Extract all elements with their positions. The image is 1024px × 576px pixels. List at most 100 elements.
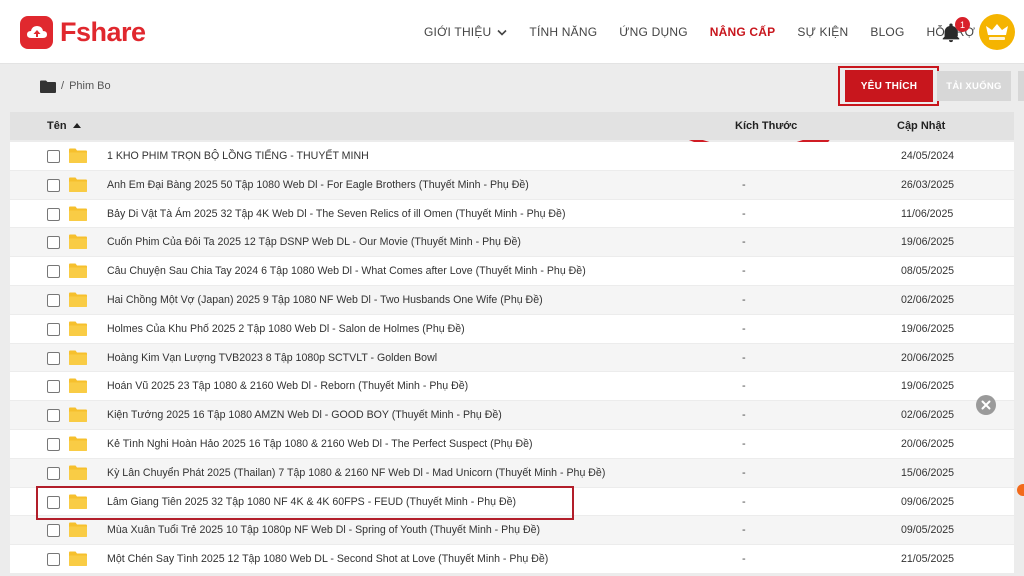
table-row[interactable]: Holmes Của Khu Phố 2025 2 Tập 1080 Web D…: [10, 314, 1014, 344]
folder-icon: [40, 80, 56, 93]
table-row[interactable]: Hai Chồng Một Vợ (Japan) 2025 9 Tập 1080…: [10, 285, 1014, 315]
file-name[interactable]: Bảy Di Vật Tà Ám 2025 32 Tập 4K Web Dl -…: [107, 208, 565, 220]
row-highlight: [36, 486, 574, 520]
table-row[interactable]: Hoán Vũ 2025 23 Tập 1080 & 2160 Web Dl -…: [10, 372, 1014, 402]
file-date: 09/06/2025: [901, 495, 955, 508]
nav-item-label: NÂNG CẤP: [709, 25, 776, 39]
file-date: 02/06/2025: [901, 293, 955, 306]
download-button[interactable]: TẢI XUỐNG: [937, 71, 1011, 101]
nav-item[interactable]: BLOG: [870, 25, 904, 39]
row-checkbox[interactable]: [47, 178, 60, 192]
folder-icon: [69, 321, 87, 336]
breadcrumb-separator: /: [61, 80, 65, 92]
file-size: -: [742, 178, 746, 191]
folder-icon: [69, 465, 87, 480]
file-date: 15/06/2025: [901, 466, 955, 479]
breadcrumb-current[interactable]: Phim Bo: [69, 80, 111, 92]
file-name[interactable]: Cuốn Phim Của Đôi Ta 2025 12 Tập DSNP We…: [107, 236, 521, 248]
vip-crown-icon: [986, 24, 1008, 40]
file-name[interactable]: Mùa Xuân Tuổi Trẻ 2025 10 Tập 1080p NF W…: [107, 524, 540, 536]
table-header: Tên Kích Thước Cập Nhật: [10, 112, 1014, 140]
table-row[interactable]: Bảy Di Vật Tà Ám 2025 32 Tập 4K Web Dl -…: [10, 199, 1014, 229]
table-row[interactable]: Câu Chuyện Sau Chia Tay 2024 6 Tập 1080 …: [10, 257, 1014, 286]
row-checkbox[interactable]: [47, 466, 60, 480]
folder-icon: [69, 378, 87, 394]
avatar[interactable]: [979, 14, 1015, 50]
file-name[interactable]: Câu Chuyện Sau Chia Tay 2024 6 Tập 1080 …: [107, 265, 586, 277]
row-checkbox[interactable]: [47, 351, 60, 365]
file-size: -: [742, 409, 746, 422]
file-name[interactable]: Kẻ Tình Nghi Hoàn Hảo 2025 16 Tập 1080 &…: [107, 438, 533, 450]
file-size: -: [742, 553, 746, 566]
file-name[interactable]: Holmes Của Khu Phố 2025 2 Tập 1080 Web D…: [107, 323, 465, 335]
file-size: -: [742, 293, 746, 306]
row-checkbox[interactable]: [47, 293, 60, 307]
file-name[interactable]: Kiện Tướng 2025 16 Tập 1080 AMZN Web Dl …: [107, 409, 502, 421]
file-size: -: [742, 495, 746, 508]
row-checkbox[interactable]: [47, 236, 60, 250]
notification-count-badge: 1: [955, 17, 970, 32]
row-checkbox[interactable]: [47, 524, 60, 538]
table-row[interactable]: Một Chén Say Tình 2025 12 Tập 1080 Web D…: [10, 545, 1014, 574]
file-name[interactable]: Hoàng Kim Vạn Lượng TVB2023 8 Tập 1080p …: [107, 352, 437, 364]
table-row[interactable]: Mùa Xuân Tuổi Trẻ 2025 10 Tập 1080p NF W…: [10, 516, 1014, 546]
file-name[interactable]: Anh Em Đại Bàng 2025 50 Tập 1080 Web Dl …: [107, 179, 529, 191]
row-checkbox[interactable]: [47, 409, 60, 423]
brand-name: Fshare: [60, 16, 146, 47]
row-checkbox[interactable]: [47, 207, 60, 221]
file-size: -: [742, 437, 746, 450]
nav-item[interactable]: GIỚI THIỆU: [424, 25, 507, 39]
column-header-size[interactable]: Kích Thước: [735, 120, 797, 132]
table-row[interactable]: Anh Em Đại Bàng 2025 50 Tập 1080 Web Dl …: [10, 170, 1014, 200]
file-size: -: [742, 524, 746, 537]
folder-icon: [69, 206, 87, 221]
table-row[interactable]: Kỳ Lân Chuyển Phát 2025 (Thailan) 7 Tập …: [10, 458, 1014, 488]
table-row[interactable]: Hoàng Kim Vạn Lượng TVB2023 8 Tập 1080p …: [10, 343, 1014, 373]
file-size: -: [742, 236, 746, 249]
table-row[interactable]: Cuốn Phim Của Đôi Ta 2025 12 Tập DSNP We…: [10, 228, 1014, 258]
folder-icon: [69, 234, 87, 250]
nav-item[interactable]: ỨNG DỤNG: [619, 25, 688, 39]
more-button[interactable]: [1018, 71, 1024, 101]
nav-item[interactable]: NÂNG CẤP: [710, 25, 776, 39]
folder-icon: [69, 148, 87, 163]
file-name[interactable]: Hoán Vũ 2025 23 Tập 1080 & 2160 Web Dl -…: [107, 380, 468, 392]
file-size: -: [742, 466, 746, 479]
row-checkbox[interactable]: [47, 380, 60, 394]
file-size: -: [742, 380, 746, 393]
folder-icon: [69, 263, 87, 279]
file-date: 09/05/2025: [901, 524, 955, 537]
folder-icon: [69, 292, 87, 307]
file-name[interactable]: Một Chén Say Tình 2025 12 Tập 1080 Web D…: [107, 553, 548, 565]
row-checkbox[interactable]: [47, 150, 60, 163]
table-row[interactable]: Kẻ Tình Nghi Hoàn Hảo 2025 16 Tập 1080 &…: [10, 429, 1014, 459]
file-name[interactable]: Hai Chồng Một Vợ (Japan) 2025 9 Tập 1080…: [107, 294, 543, 306]
row-checkbox[interactable]: [47, 553, 60, 567]
column-header-date[interactable]: Cập Nhật: [897, 120, 945, 132]
fshare-logo[interactable]: Fshare: [20, 15, 146, 49]
nav-item-label: SỰ KIỆN: [797, 25, 849, 39]
file-size: -: [742, 265, 746, 278]
file-date: 19/06/2025: [901, 322, 955, 335]
file-date: 20/06/2025: [901, 437, 955, 450]
row-checkbox[interactable]: [47, 437, 60, 451]
top-header: Fshare GIỚI THIỆU TÍNH NĂNG ỨNG DỤNG NÂNG C…: [0, 0, 1024, 64]
favorite-button[interactable]: YÊU THÍCH: [845, 70, 933, 102]
column-header-name[interactable]: Tên: [47, 120, 82, 132]
nav-item-label: ỨNG DỤNG: [619, 25, 688, 39]
nav-item[interactable]: SỰ KIỆN: [797, 25, 848, 39]
file-name[interactable]: 1 KHO PHIM TRỌN BỘ LỒNG TIẾNG - THUYẾT M…: [107, 150, 369, 162]
row-checkbox[interactable]: [47, 322, 60, 336]
table-row[interactable]: 1 KHO PHIM TRỌN BỘ LỒNG TIẾNG - THUYẾT M…: [10, 142, 1014, 171]
chevron-down-icon: [497, 29, 507, 36]
file-name[interactable]: Kỳ Lân Chuyển Phát 2025 (Thailan) 7 Tập …: [107, 467, 605, 479]
nav-item-label: BLOG: [870, 25, 905, 39]
row-checkbox[interactable]: [47, 265, 60, 279]
table-row[interactable]: Kiện Tướng 2025 16 Tập 1080 AMZN Web Dl …: [10, 401, 1014, 430]
folder-icon: [69, 407, 87, 423]
nav-item-label: GIỚI THIỆU: [424, 25, 492, 39]
nav-item[interactable]: TÍNH NĂNG: [529, 25, 597, 39]
chat-widget-edge[interactable]: [1017, 484, 1024, 496]
folder-icon: [69, 551, 87, 567]
close-icon[interactable]: [976, 395, 996, 415]
